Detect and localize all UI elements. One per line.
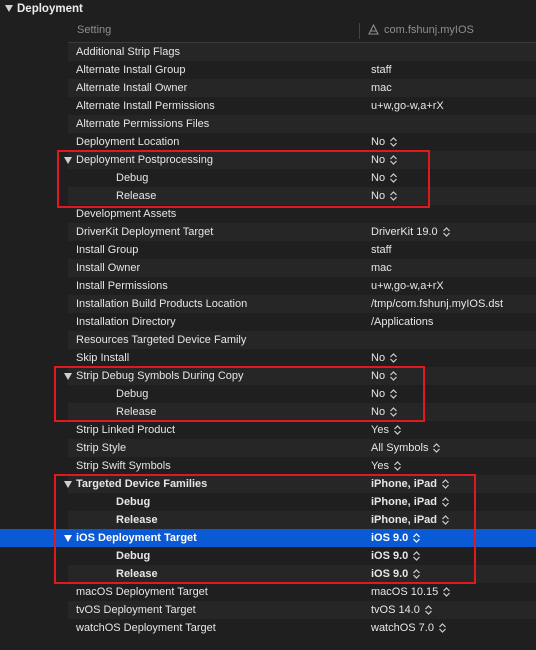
setting-row-install-permissions[interactable]: Install Permissions u+w,go-w,a+rX (68, 277, 536, 295)
setting-column-label: Setting (77, 24, 112, 36)
highlight-box-device-families-ios-target (54, 474, 476, 584)
setting-name: Alternate Install Owner (76, 82, 188, 94)
setting-value[interactable]: tvOS 14.0 (371, 604, 433, 616)
setting-name: Install Group (76, 244, 139, 256)
setting-value[interactable]: u+w,go-w,a+rX (371, 280, 444, 292)
target-file-icon (368, 24, 379, 35)
highlight-box-strip-debug-symbols (54, 366, 425, 422)
setting-row-alternate-install-permissions[interactable]: Alternate Install Permissions u+w,go-w,a… (68, 97, 536, 115)
stepper-icon (433, 443, 441, 453)
setting-name: DriverKit Deployment Target (76, 226, 214, 238)
setting-value[interactable]: No (371, 352, 398, 364)
setting-name: Installation Directory (76, 316, 176, 328)
setting-value[interactable]: staff (371, 244, 392, 256)
setting-row-strip-linked-product[interactable]: Strip Linked Product Yes (68, 421, 536, 439)
setting-value[interactable]: watchOS 7.0 (371, 622, 447, 634)
setting-name: Additional Strip Flags (76, 46, 180, 58)
column-header: Setting com.fshunj.myIOS (68, 20, 536, 43)
setting-row-alternate-install-owner[interactable]: Alternate Install Owner mac (68, 79, 536, 97)
stepper-icon (390, 353, 397, 363)
setting-name: macOS Deployment Target (76, 586, 208, 598)
setting-name: Resources Targeted Device Family (76, 334, 247, 346)
setting-value[interactable]: All Symbols (371, 442, 441, 454)
setting-name: Development Assets (76, 208, 177, 220)
deployment-section-header[interactable]: Deployment (0, 0, 536, 20)
setting-name: watchOS Deployment Target (76, 622, 216, 634)
stepper-icon (394, 425, 401, 435)
setting-value[interactable]: u+w,go-w,a+rX (371, 100, 444, 112)
setting-value[interactable]: staff (371, 64, 392, 76)
setting-value[interactable]: Yes (371, 460, 402, 472)
setting-name: Skip Install (76, 352, 130, 364)
setting-name: Install Permissions (76, 280, 168, 292)
stepper-icon (439, 623, 446, 633)
setting-name: Deployment Location (76, 136, 180, 148)
setting-row-alternate-permissions-files[interactable]: Alternate Permissions Files (68, 115, 536, 133)
disclosure-triangle-icon[interactable] (5, 5, 13, 12)
setting-value[interactable]: Yes (371, 424, 402, 436)
target-column-label[interactable]: com.fshunj.myIOS (368, 24, 474, 36)
setting-row-installation-directory[interactable]: Installation Directory /Applications (68, 313, 536, 331)
setting-row-additional-strip-flags[interactable]: Additional Strip Flags (68, 43, 536, 61)
setting-row-install-owner[interactable]: Install Owner mac (68, 259, 536, 277)
setting-name: tvOS Deployment Target (76, 604, 196, 616)
column-divider (359, 23, 360, 39)
target-name: com.fshunj.myIOS (384, 24, 474, 36)
setting-value[interactable]: mac (371, 262, 392, 274)
setting-row-driverkit-deployment-target[interactable]: DriverKit Deployment Target DriverKit 19… (68, 223, 536, 241)
setting-name: Strip Linked Product (76, 424, 176, 436)
setting-value[interactable]: /tmp/com.fshunj.myIOS.dst (371, 298, 503, 310)
setting-value[interactable]: mac (371, 82, 392, 94)
stepper-icon (443, 587, 451, 597)
section-title: Deployment (17, 3, 83, 15)
setting-value[interactable]: DriverKit 19.0 (371, 226, 451, 238)
setting-name: Strip Style (76, 442, 127, 454)
setting-value[interactable]: /Applications (371, 316, 433, 328)
setting-value[interactable]: macOS 10.15 (371, 586, 451, 598)
stepper-icon (394, 461, 401, 471)
setting-row-strip-style[interactable]: Strip Style All Symbols (68, 439, 536, 457)
setting-name: Install Owner (76, 262, 141, 274)
setting-row-installation-build-products-location[interactable]: Installation Build Products Location /tm… (68, 295, 536, 313)
setting-row-macos-deployment-target[interactable]: macOS Deployment Target macOS 10.15 (68, 583, 536, 601)
setting-row-watchos-deployment-target[interactable]: watchOS Deployment Target watchOS 7.0 (68, 619, 536, 637)
setting-name: Installation Build Products Location (76, 298, 248, 310)
stepper-icon (442, 227, 450, 237)
setting-name: Alternate Install Group (76, 64, 186, 76)
setting-row-tvos-deployment-target[interactable]: tvOS Deployment Target tvOS 14.0 (68, 601, 536, 619)
stepper-icon (390, 137, 397, 147)
setting-row-resources-targeted-device-family[interactable]: Resources Targeted Device Family (68, 331, 536, 349)
setting-name: Strip Swift Symbols (76, 460, 171, 472)
setting-row-skip-install[interactable]: Skip Install No (68, 349, 536, 367)
setting-row-alternate-install-group[interactable]: Alternate Install Group staff (68, 61, 536, 79)
setting-row-install-group[interactable]: Install Group staff (68, 241, 536, 259)
setting-row-deployment-location[interactable]: Deployment Location No (68, 133, 536, 151)
setting-name: Alternate Permissions Files (76, 118, 210, 130)
setting-row-strip-swift-symbols[interactable]: Strip Swift Symbols Yes (68, 457, 536, 475)
setting-name: Alternate Install Permissions (76, 100, 215, 112)
stepper-icon (424, 605, 432, 615)
highlight-box-deployment-postprocessing (57, 150, 430, 208)
setting-value[interactable]: No (371, 136, 398, 148)
